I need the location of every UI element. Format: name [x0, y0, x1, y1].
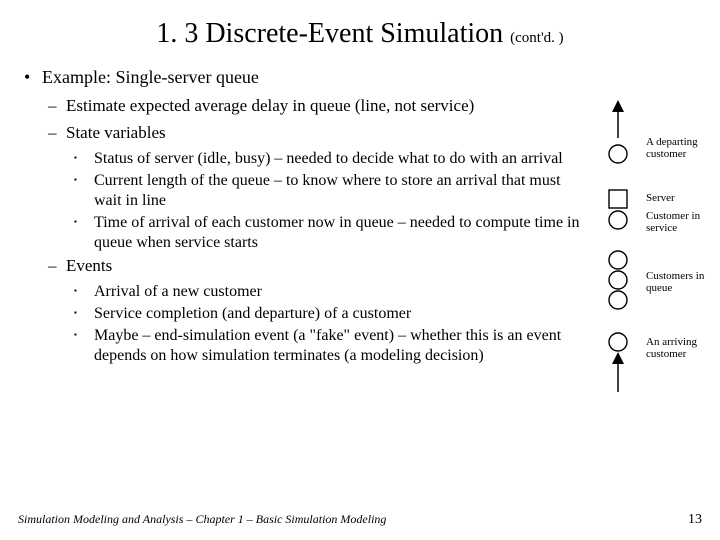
label-departing: A departing customer	[646, 136, 706, 160]
bullet-estimate: Estimate expected average delay in queue…	[24, 95, 584, 116]
label-server: Server	[646, 192, 675, 204]
label-inqueue: Customers in queue	[646, 270, 706, 294]
slide-title: 1. 3 Discrete-Event Simulation (cont'd. …	[24, 18, 696, 50]
page-number: 13	[688, 512, 702, 528]
footer-text: Simulation Modeling and Analysis – Chapt…	[18, 512, 386, 527]
bullet-sv3: Time of arrival of each customer now in …	[24, 213, 584, 253]
slide: 1. 3 Discrete-Event Simulation (cont'd. …	[0, 0, 720, 540]
label-arriving: An arriving customer	[646, 336, 706, 360]
slide-content: Example: Single-server queue Estimate ex…	[24, 66, 584, 366]
bullet-ev3: Maybe – end-simulation event (a "fake" e…	[24, 326, 584, 366]
bullet-ev2: Service completion (and departure) of a …	[24, 304, 584, 324]
bullet-sv1: Status of server (idle, busy) – needed t…	[24, 149, 584, 169]
bullet-ev1: Arrival of a new customer	[24, 282, 584, 302]
bullet-events: Events	[24, 255, 584, 276]
queue-diagram: A departing customer Server Customer in …	[596, 100, 706, 400]
title-contd: (cont'd. )	[510, 30, 564, 46]
label-inservice: Customer in service	[646, 210, 706, 234]
bullet-sv2: Current length of the queue – to know wh…	[24, 171, 584, 211]
slide-footer: Simulation Modeling and Analysis – Chapt…	[18, 512, 702, 528]
title-main: 1. 3 Discrete-Event Simulation	[156, 18, 510, 49]
bullet-example: Example: Single-server queue	[24, 66, 584, 89]
bullet-state-vars: State variables	[24, 122, 584, 143]
